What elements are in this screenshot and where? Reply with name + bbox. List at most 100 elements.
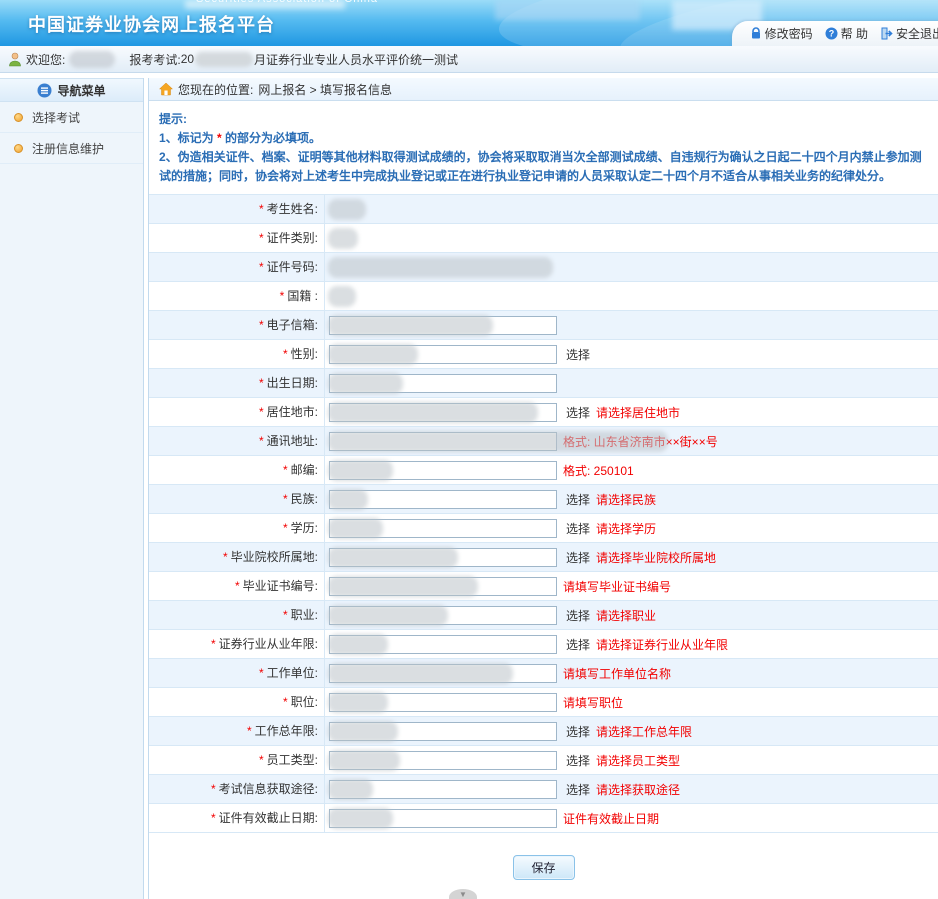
select-link[interactable]: 选择 [566,491,590,508]
field-cell: 选择 请选择居住地市 [325,398,938,426]
save-area: 保存 [149,833,938,880]
text-input[interactable] [329,751,557,770]
text-input[interactable] [329,693,557,712]
text-input[interactable] [329,345,557,364]
field-cell: 选择 请选择民族 [325,485,938,513]
form-row: *毕业证书编号: 请填写毕业证书编号 [149,572,938,601]
field-label: 性别: [291,347,318,361]
select-link[interactable]: 选择 [566,636,590,653]
form-row: *国籍 : [149,282,938,311]
field-label: 证件号码: [267,260,318,274]
select-link[interactable]: 选择 [566,607,590,624]
field-hint: 请选择职业 [596,607,656,624]
select-link[interactable]: 选择 [566,346,590,363]
required-asterisk: * [223,550,228,564]
text-input[interactable] [329,809,557,828]
field-label: 考试信息获取途径: [219,782,318,796]
text-input[interactable] [329,519,557,538]
logout-icon [880,27,893,40]
text-input[interactable] [329,780,557,799]
field-cell: 选择 请选择学历 [325,514,938,542]
field-hint: 请填写职位 [563,694,623,711]
form-row: *职业: 选择 请选择职业 [149,601,938,630]
text-input[interactable] [329,461,557,480]
select-link[interactable]: 选择 [566,549,590,566]
field-label-cell: *电子信箱: [149,311,325,339]
page-title: 中国证券业协会网上报名平台 [28,11,275,37]
text-input[interactable] [329,664,557,683]
field-label: 证件类别: [267,231,318,245]
text-input[interactable] [329,606,557,625]
sidebar-header: 导航菜单 [0,78,143,102]
field-cell: 选择 请选择证券行业从业年限 [325,630,938,658]
change-password-link[interactable]: 修改密码 [750,25,813,42]
field-label-cell: *毕业证书编号: [149,572,325,600]
field-hint: 请选择学历 [596,520,656,537]
field-label-cell: *员工类型: [149,746,325,774]
scroll-down-indicator[interactable]: ▼ [449,889,477,899]
text-input[interactable] [329,316,557,335]
form-row: *证件类别: [149,224,938,253]
field-label: 毕业证书编号: [243,579,318,593]
field-label: 毕业院校所属地: [231,550,318,564]
welcome-bar: 欢迎您: 报考考试: 20 月证券行业专业人员水平评价统一测试 [0,46,938,73]
form-row: *工作单位: 请填写工作单位名称 [149,659,938,688]
select-link[interactable]: 选择 [566,520,590,537]
field-label: 工作总年限: [255,724,318,738]
field-label-cell: *证件类别: [149,224,325,252]
menu-icon [37,83,52,98]
required-asterisk: * [283,463,288,477]
text-input[interactable] [329,722,557,741]
user-avatar-icon [8,52,22,67]
sidebar: 导航菜单 选择考试 注册信息维护 [0,78,144,899]
field-cell [325,282,938,310]
field-label-cell: *职位: [149,688,325,716]
field-hint: 格式: 山东省济南市××街××号 [563,433,718,450]
required-asterisk: * [211,782,216,796]
text-input[interactable] [329,432,557,451]
field-cell: 格式: 山东省济南市××街××号 [325,427,938,455]
select-link[interactable]: 选择 [566,781,590,798]
field-label: 职业: [291,608,318,622]
select-link[interactable]: 选择 [566,752,590,769]
quicklinks-bar: 修改密码 ? 帮 助 安全退出 [732,21,938,46]
redacted-user-name [69,51,115,68]
logo-subtext: Securities Association of China [196,0,378,5]
notice-line-2: 2、伪造相关证件、档案、证明等其他材料取得测试成绩的，协会将采取取消当次全部测试… [159,148,926,186]
text-input[interactable] [329,403,557,422]
form-row: *学历: 选择 请选择学历 [149,514,938,543]
field-label: 电子信箱: [267,318,318,332]
field-label-cell: *居住地市: [149,398,325,426]
text-input[interactable] [329,635,557,654]
select-link[interactable]: 选择 [566,723,590,740]
sidebar-item-label: 选择考试 [32,109,80,126]
field-label: 居住地市: [267,405,318,419]
app-header: Securities Association of China 中国证券业协会网… [0,0,938,46]
redacted-value [328,257,553,278]
form-row: *证券行业从业年限: 选择 请选择证券行业从业年限 [149,630,938,659]
breadcrumb-path: 网上报名 > 填写报名信息 [258,81,392,98]
text-input[interactable] [329,548,557,567]
text-input[interactable] [329,490,557,509]
required-asterisk: * [259,202,264,216]
field-hint: 请填写工作单位名称 [563,665,671,682]
form-row: *民族: 选择 请选择民族 [149,485,938,514]
field-cell: 选择 [325,340,938,368]
field-hint: 请选择居住地市 [596,404,680,421]
logout-link[interactable]: 安全退出 [880,25,938,42]
field-label-cell: *邮编: [149,456,325,484]
select-link[interactable]: 选择 [566,404,590,421]
help-link[interactable]: ? 帮 助 [825,25,868,42]
sidebar-item-select-exam[interactable]: 选择考试 [0,102,143,133]
field-label-cell: *国籍 : [149,282,325,310]
bullet-icon [14,113,23,122]
field-cell [325,195,938,223]
text-input[interactable] [329,577,557,596]
save-button[interactable]: 保存 [513,855,575,880]
text-input[interactable] [329,374,557,393]
lock-icon [750,27,762,40]
sidebar-item-registration-info[interactable]: 注册信息维护 [0,133,143,164]
form-row: *性别: 选择 [149,340,938,369]
help-icon: ? [825,27,838,40]
field-label: 国籍 : [287,289,318,303]
